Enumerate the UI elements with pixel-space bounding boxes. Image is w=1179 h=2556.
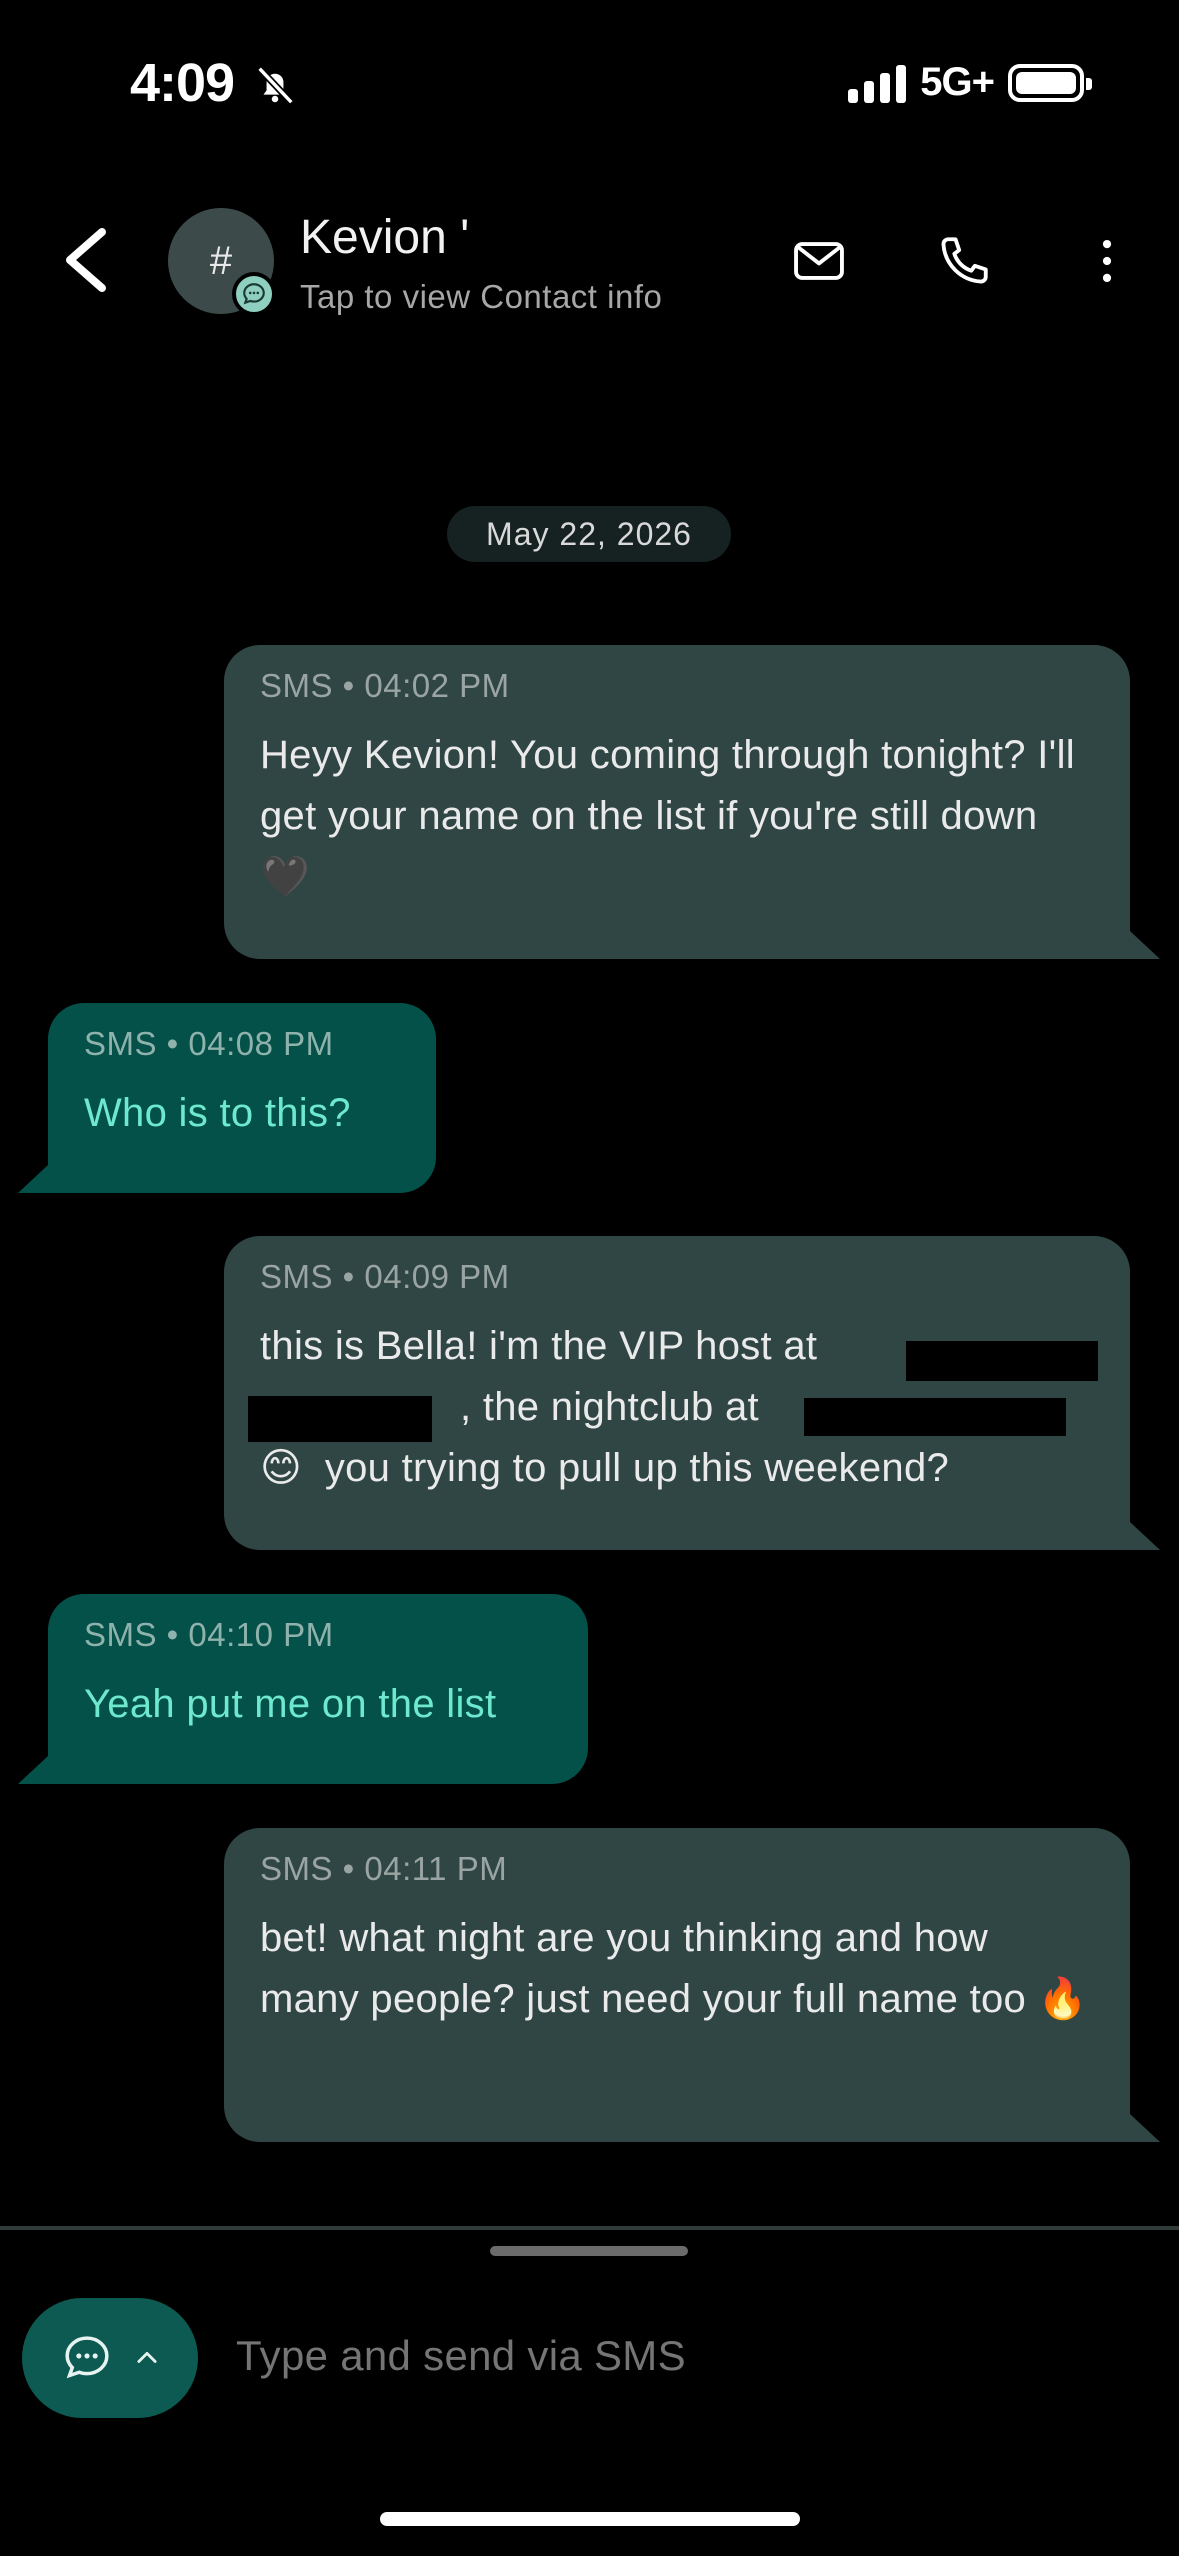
phone-icon[interactable] <box>935 232 993 290</box>
message-meta: SMS • 04:08 PM <box>84 1025 334 1062</box>
message-text: bet! what night are you thinking and how… <box>260 1916 1088 2021</box>
bubble-tail <box>1130 931 1160 959</box>
date-separator: May 22, 2026 <box>447 506 731 562</box>
contact-info-link[interactable]: Tap to view Contact info <box>300 278 662 316</box>
chevron-up-icon <box>137 2351 157 2363</box>
chat-badge-icon <box>232 272 276 316</box>
message-bubble-outgoing[interactable]: SMS • 04:08 PM Who is to this? <box>48 1003 436 1193</box>
battery-icon <box>1008 63 1092 102</box>
more-vertical-icon[interactable] <box>1078 232 1136 290</box>
message-bubble-incoming[interactable]: SMS • 04:09 PM this is Bella! i'm the VI… <box>224 1236 1130 1550</box>
home-indicator[interactable] <box>380 2512 800 2526</box>
status-time: 4:09 <box>130 53 235 113</box>
bubble-tail <box>18 1165 48 1193</box>
message-input[interactable] <box>236 2320 1116 2392</box>
message-meta: SMS • 04:02 PM <box>260 667 510 704</box>
bubble-tail <box>1130 2114 1160 2142</box>
message-text: Yeah put me on the list <box>84 1682 497 1726</box>
message-text: Who is to this? <box>84 1091 351 1135</box>
message-meta: SMS • 04:11 PM <box>260 1850 508 1887</box>
bubble-tail <box>18 1756 48 1784</box>
redaction-block <box>906 1341 1098 1381</box>
message-text: Heyy Kevion! You coming through tonight?… <box>260 733 1075 899</box>
back-chevron-icon[interactable] <box>58 224 114 296</box>
drag-handle[interactable] <box>490 2246 688 2256</box>
chat-bubble-icon <box>65 2336 109 2379</box>
message-meta: SMS • 04:10 PM <box>84 1616 334 1653</box>
message-mode-button[interactable] <box>22 2298 198 2418</box>
bubble-tail <box>1130 1522 1160 1550</box>
signal-icon <box>848 63 907 103</box>
message-bubble-incoming[interactable]: SMS • 04:02 PM Heyy Kevion! You coming t… <box>224 645 1130 959</box>
redaction-block <box>804 1398 1066 1436</box>
status-indicators: 5G+ <box>848 60 1092 105</box>
message-bubble-incoming[interactable]: SMS • 04:11 PM bet! what night are you t… <box>224 1828 1130 2142</box>
mail-icon[interactable] <box>790 232 848 290</box>
message-meta: SMS • 04:09 PM <box>260 1258 510 1295</box>
avatar-initial: # <box>209 238 233 283</box>
muted-bell-icon <box>257 66 294 105</box>
redaction-block <box>248 1396 432 1442</box>
message-bubble-outgoing[interactable]: SMS • 04:10 PM Yeah put me on the list <box>48 1594 588 1784</box>
network-label: 5G+ <box>920 60 995 104</box>
messaging-screen: 4:09 5G+ # Kevion ' Tap to view Contact … <box>0 0 1179 2556</box>
composer-divider <box>0 2226 1179 2230</box>
contact-name[interactable]: Kevion ' <box>300 210 469 265</box>
